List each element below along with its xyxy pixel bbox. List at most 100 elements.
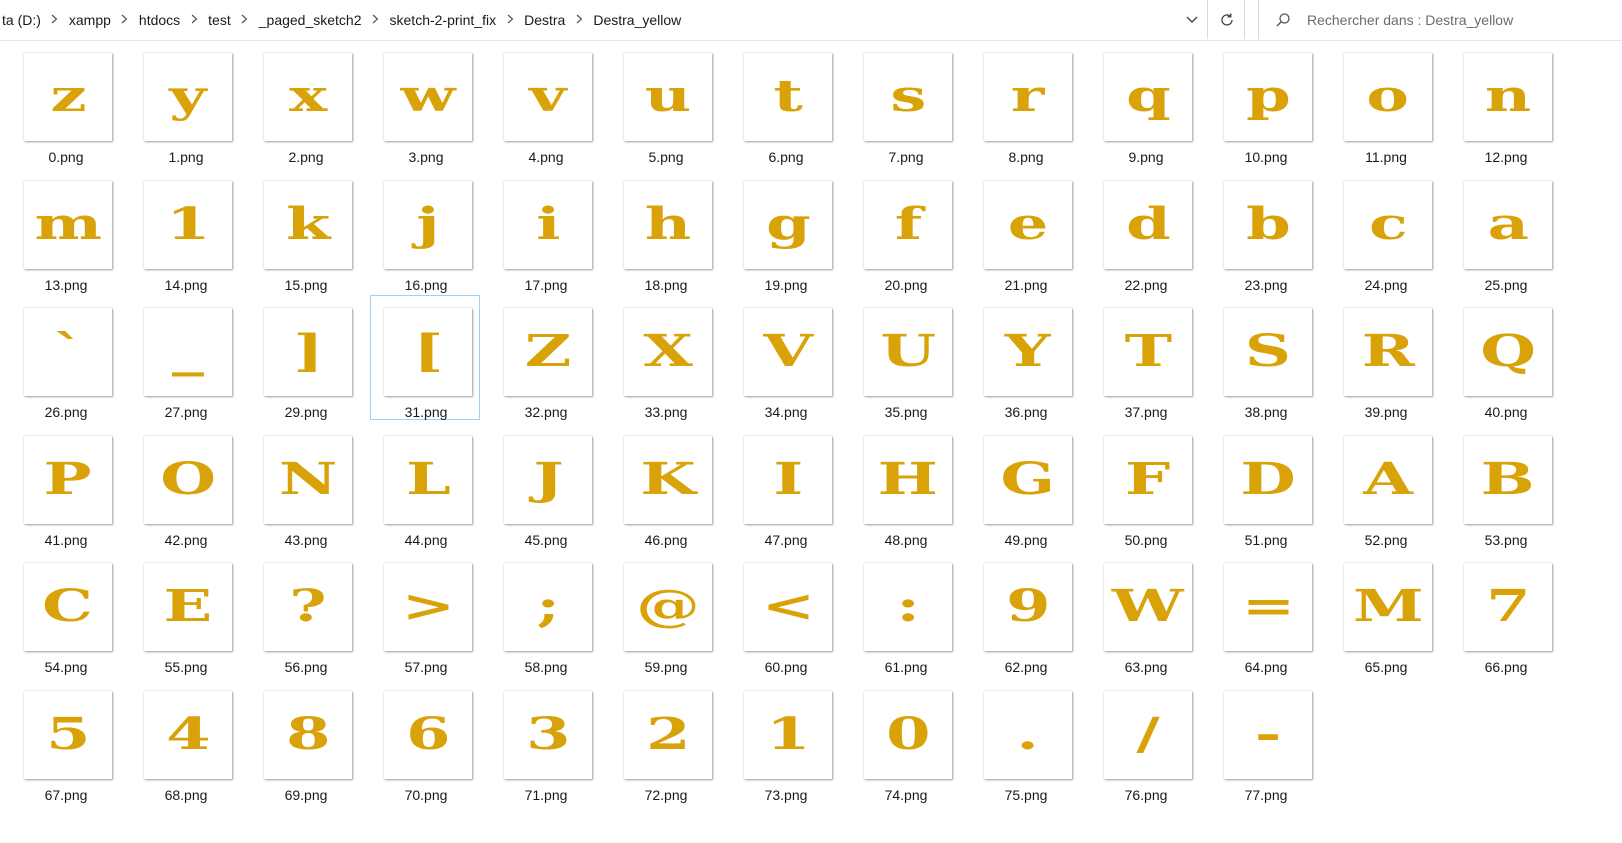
search-input[interactable]	[1305, 10, 1609, 29]
address-bar[interactable]: ta (D:) xampp htdocs test _paged_sketch2 sket…	[0, 0, 1208, 39]
file-thumbnail: R	[1344, 308, 1432, 396]
breadcrumb-item[interactable]: xampp	[67, 12, 113, 28]
file-item[interactable]: o 11.png	[1330, 40, 1440, 165]
file-item[interactable]: K 46.png	[610, 423, 720, 548]
file-item[interactable]: m 13.png	[10, 168, 120, 293]
file-item[interactable]: X 33.png	[610, 295, 720, 420]
file-item[interactable]: 4 68.png	[130, 678, 240, 803]
file-item[interactable]: 8 69.png	[250, 678, 360, 803]
breadcrumb-item[interactable]: ta (D:)	[0, 12, 43, 28]
file-item[interactable]: 0 74.png	[850, 678, 960, 803]
file-item[interactable]: A 52.png	[1330, 423, 1440, 548]
file-item[interactable]: >57.png	[370, 550, 480, 675]
file-item[interactable]: j 16.png	[370, 168, 480, 293]
file-item[interactable]: Z 32.png	[490, 295, 600, 420]
file-item[interactable]: r 8.png	[970, 40, 1080, 165]
chevron-right-icon[interactable]	[498, 12, 522, 27]
breadcrumb-item[interactable]: htdocs	[137, 12, 182, 28]
file-item[interactable]: i 17.png	[490, 168, 600, 293]
file-item[interactable]: Q 40.png	[1450, 295, 1560, 420]
file-item[interactable]: V 34.png	[730, 295, 840, 420]
file-item[interactable]: U 35.png	[850, 295, 960, 420]
file-item[interactable]: e 21.png	[970, 168, 1080, 293]
file-item[interactable]: : 61.png	[850, 550, 960, 675]
file-item[interactable]: P 41.png	[10, 423, 120, 548]
chevron-right-icon[interactable]	[113, 12, 137, 27]
file-item[interactable]: R 39.png	[1330, 295, 1440, 420]
file-item[interactable]: T 37.png	[1090, 295, 1200, 420]
chevron-right-icon[interactable]	[233, 12, 257, 27]
file-item[interactable]: k 15.png	[250, 168, 360, 293]
file-item[interactable]: n 12.png	[1450, 40, 1560, 165]
file-item[interactable]: d 22.png	[1090, 168, 1200, 293]
thumbnail-glyph: [	[412, 326, 444, 377]
search-box[interactable]	[1258, 0, 1622, 39]
file-item[interactable]: 9 62.png	[970, 550, 1080, 675]
file-item[interactable]: ] 29.png	[250, 295, 360, 420]
file-item[interactable]: z 0.png	[10, 40, 120, 165]
chevron-down-icon[interactable]	[1177, 0, 1207, 39]
file-item[interactable]: [31.png	[370, 295, 480, 420]
file-item[interactable]: f 20.png	[850, 168, 960, 293]
breadcrumb-item[interactable]: Destra_yellow	[591, 12, 683, 28]
file-item[interactable]: _ 27.png	[130, 295, 240, 420]
file-item[interactable]: 3 71.png	[490, 678, 600, 803]
file-item[interactable]: E 55.png	[130, 550, 240, 675]
file-item[interactable]: J 45.png	[490, 423, 600, 548]
file-item[interactable]: 1 14.png	[130, 168, 240, 293]
file-item[interactable]: = 64.png	[1210, 550, 1320, 675]
file-item[interactable]: @59.png	[610, 550, 720, 675]
file-item[interactable]: v 4.png	[490, 40, 600, 165]
file-item[interactable]: q 9.png	[1090, 40, 1200, 165]
file-item[interactable]: 5 67.png	[10, 678, 120, 803]
breadcrumb-item[interactable]: _paged_sketch2	[257, 12, 364, 28]
file-item[interactable]: w 3.png	[370, 40, 480, 165]
file-item[interactable]: C 54.png	[10, 550, 120, 675]
file-item[interactable]: W 63.png	[1090, 550, 1200, 675]
file-item[interactable]: 2 72.png	[610, 678, 720, 803]
file-item[interactable]: Y 36.png	[970, 295, 1080, 420]
refresh-icon[interactable]	[1210, 0, 1245, 39]
file-item[interactable]: 6 70.png	[370, 678, 480, 803]
file-item[interactable]: N 43.png	[250, 423, 360, 548]
file-name: 35.png	[884, 404, 928, 420]
file-item[interactable]: g 19.png	[730, 168, 840, 293]
file-item[interactable]: H 48.png	[850, 423, 960, 548]
file-item[interactable]: p 10.png	[1210, 40, 1320, 165]
chevron-right-icon[interactable]	[43, 12, 67, 27]
file-item[interactable]: <60.png	[730, 550, 840, 675]
file-item[interactable]: D 51.png	[1210, 423, 1320, 548]
file-item[interactable]: 1 73.png	[730, 678, 840, 803]
file-item[interactable]: M 65.png	[1330, 550, 1440, 675]
file-item[interactable]: S 38.png	[1210, 295, 1320, 420]
file-item[interactable]: ? 56.png	[250, 550, 360, 675]
file-item[interactable]: h 18.png	[610, 168, 720, 293]
file-item[interactable]: t 6.png	[730, 40, 840, 165]
file-item[interactable]: s 7.png	[850, 40, 960, 165]
breadcrumb-item[interactable]: sketch-2-print_fix	[388, 12, 499, 28]
breadcrumb-item[interactable]: Destra	[522, 12, 567, 28]
file-item[interactable]: . 75.png	[970, 678, 1080, 803]
file-item[interactable]: L 44.png	[370, 423, 480, 548]
breadcrumb-item[interactable]: test	[206, 12, 233, 28]
file-item[interactable]: F 50.png	[1090, 423, 1200, 548]
file-item[interactable]: B 53.png	[1450, 423, 1560, 548]
file-item[interactable]: x 2.png	[250, 40, 360, 165]
chevron-right-icon[interactable]	[567, 12, 591, 27]
file-item[interactable]: ` 26.png	[10, 295, 120, 420]
file-item[interactable]: c 24.png	[1330, 168, 1440, 293]
file-item[interactable]: a 25.png	[1450, 168, 1560, 293]
chevron-right-icon[interactable]	[364, 12, 388, 27]
file-item[interactable]: b 23.png	[1210, 168, 1320, 293]
file-item[interactable]: 7 66.png	[1450, 550, 1560, 675]
file-item[interactable]: I 47.png	[730, 423, 840, 548]
file-item[interactable]: y 1.png	[130, 40, 240, 165]
chevron-right-icon[interactable]	[182, 12, 206, 27]
file-name: 45.png	[524, 531, 568, 548]
file-item[interactable]: / 76.png	[1090, 678, 1200, 803]
file-item[interactable]: G 49.png	[970, 423, 1080, 548]
file-item[interactable]: u 5.png	[610, 40, 720, 165]
file-item[interactable]: ; 58.png	[490, 550, 600, 675]
file-item[interactable]: - 77.png	[1210, 678, 1320, 803]
file-item[interactable]: O 42.png	[130, 423, 240, 548]
